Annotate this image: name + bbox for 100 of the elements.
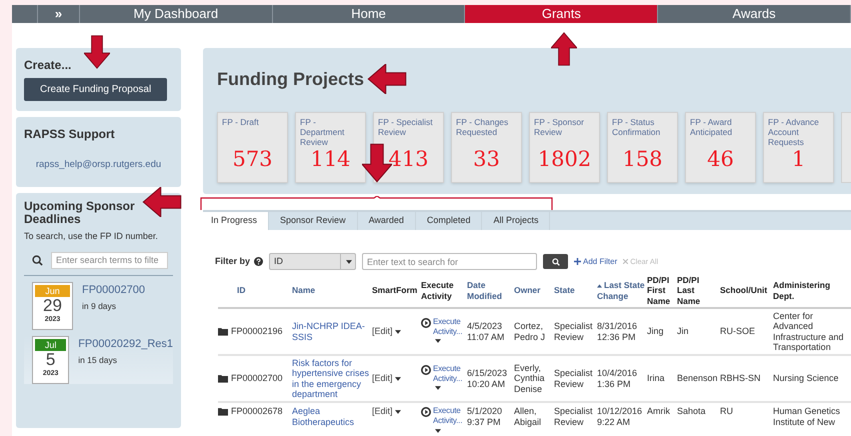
caret-icon	[435, 386, 441, 390]
tile-label: FP - Specialist Review	[378, 117, 434, 139]
caret-icon	[435, 339, 441, 344]
column-header[interactable]: State	[554, 274, 597, 308]
create-proposal-button[interactable]: Create Funding Proposal	[24, 78, 168, 101]
status-tile[interactable]: FP - Award Anticipated 46	[685, 112, 756, 183]
sort-up-icon	[597, 284, 602, 288]
caret-icon	[394, 410, 401, 414]
column-header[interactable]: Owner	[514, 274, 554, 308]
execute-activity-menu[interactable]: Execute Activity...	[433, 316, 465, 346]
table-cell: FP00002678	[231, 406, 283, 416]
tile-count: 114	[309, 147, 352, 171]
column-header[interactable]: Last State Change	[597, 274, 647, 308]
calendar-month: Jul	[35, 338, 66, 351]
search-button[interactable]	[543, 254, 568, 269]
plus-icon	[574, 258, 582, 265]
status-tile[interactable]: FP - Changes Requested 33	[451, 112, 522, 183]
deadline-link[interactable]: FP00020292_Res1	[78, 336, 173, 352]
caret-icon	[435, 428, 441, 433]
table-cell: Specialist Review	[554, 406, 593, 426]
due-text: in 9 days	[82, 300, 118, 313]
status-tile[interactable]: FP - Specialist Review 413	[373, 112, 444, 183]
tile-label: FP - Draft	[222, 117, 260, 129]
column-header[interactable]: ID	[218, 274, 292, 308]
table-cell: Cortez, Pedro J	[514, 321, 546, 342]
deadline-link[interactable]: FP00002700	[82, 282, 145, 298]
close-icon	[623, 259, 628, 264]
column-header: PD/PI Last Name	[677, 274, 720, 308]
column-header: School/Unit	[720, 274, 773, 308]
table-cell: Allen, Abigail	[514, 406, 542, 426]
table-cell: 4/5/2023 11:07 AM	[467, 321, 504, 342]
search-icon	[32, 254, 43, 266]
column-header: SmartForm	[372, 274, 421, 308]
tile-label: FP - Status Confirmation	[612, 117, 662, 139]
column-header: Administering Dept.	[773, 274, 851, 308]
caret-icon	[394, 376, 401, 381]
panel-title: RAPSS Support	[24, 126, 116, 143]
status-tile[interactable]: FP - Sponsor Review 1802	[529, 112, 600, 183]
execute-activity-menu[interactable]: Execute Activity...	[433, 364, 465, 394]
table-cell: Everly, Cynthia Denise	[514, 362, 545, 394]
add-filter-button[interactable]: Add Filter	[574, 256, 618, 268]
column-header: Execute Activity	[421, 274, 467, 308]
table-cell: Human Genetics Institute of New	[773, 406, 840, 426]
tile-count: 33	[472, 147, 501, 171]
play-icon	[421, 364, 431, 374]
email-link[interactable]: rapss_help@orsp.rutgers.edu	[24, 158, 173, 172]
filter-search-field[interactable]: Enter text to search for	[362, 253, 538, 270]
column-header: PD/PI First Name	[647, 274, 677, 308]
tile-label: FP - Sponsor Review	[534, 117, 585, 139]
table-cell: Nursing Science	[773, 373, 839, 384]
tile-label: FP - Advance Account Requests	[768, 117, 820, 147]
project-link[interactable]: Risk factors for hypertensive crises in the emergency department	[292, 358, 370, 400]
tab[interactable]: In Progress	[203, 212, 270, 230]
search-field[interactable]: Enter search terms to filte	[51, 252, 168, 269]
table-cell: Jin	[677, 326, 689, 336]
table-cell: Benenson	[677, 373, 718, 384]
tile-count: 1802	[536, 147, 592, 171]
play-icon	[421, 318, 431, 328]
play-icon	[421, 407, 431, 417]
execute-activity-menu[interactable]: Execute Activity...	[433, 406, 465, 436]
table-cell: RU-SOE	[720, 326, 756, 336]
table-cell: RU	[720, 406, 733, 416]
status-tile[interactable]: FP - Status Confirmation 158	[607, 112, 678, 183]
project-link[interactable]: Jin-NCHRP IDEA-SSIS	[292, 321, 370, 342]
status-tile[interactable]: FP - Advance Account Requests 1	[763, 112, 834, 183]
search-hint: To search, use the FP ID number.	[24, 230, 159, 244]
column-header[interactable]: Name	[292, 274, 372, 308]
tile-count: 573	[231, 147, 274, 171]
calendar-month: Jun	[35, 284, 70, 297]
arrow-icon	[141, 187, 183, 217]
arrow-icon	[366, 64, 408, 94]
table-cell: 10/4/2016 1:36 PM	[597, 368, 638, 388]
calendar-day: 5	[46, 350, 56, 369]
table-cell: FP00002700	[231, 373, 283, 384]
calendar-day: 29	[43, 296, 62, 315]
nav-tab[interactable]: Grants	[465, 5, 658, 23]
filter-label: Filter by	[215, 254, 250, 268]
project-link[interactable]: Aeglea Biotherapeutics	[292, 406, 370, 427]
tab[interactable]: All Projects	[482, 212, 550, 230]
edit-menu[interactable]: [Edit]	[372, 373, 401, 384]
tab[interactable]: Awarded	[358, 212, 416, 230]
column-header[interactable]: Date Modified	[467, 274, 514, 308]
table-cell: 8/31/2016 12:36 PM	[597, 321, 638, 342]
panel-title: Create...	[24, 57, 72, 74]
edit-menu[interactable]: [Edit]	[372, 406, 401, 416]
due-text: in 15 days	[78, 354, 118, 367]
tile-count: 158	[621, 147, 664, 171]
panel-title: Upcoming Sponsor Deadlines	[24, 200, 136, 226]
tile-label: FP - Changes Requested	[456, 117, 510, 139]
table-cell: Sahota	[677, 406, 706, 416]
tab[interactable]: Completed	[416, 212, 482, 230]
edit-menu[interactable]: [Edit]	[372, 326, 401, 336]
tab[interactable]: Sponsor Review	[269, 212, 358, 230]
status-tile[interactable]: FP - Draft 573	[217, 112, 288, 183]
filter-dropdown[interactable]: ID	[269, 253, 356, 270]
caret-icon	[346, 260, 352, 264]
folder-icon	[218, 406, 228, 416]
table-cell: 10/12/2016 9:22 AM	[597, 406, 642, 426]
status-tile[interactable]: FP - Department Review 114	[295, 112, 366, 183]
table-cell: 6/15/2023 10:20 AM	[467, 368, 508, 388]
